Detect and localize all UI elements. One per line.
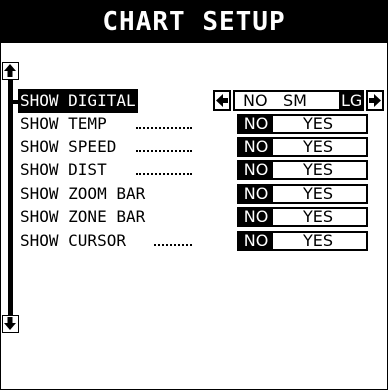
settings-row[interactable]: SHOW SPEED NO YES xyxy=(18,135,386,159)
toggle-option-no[interactable]: NO xyxy=(239,186,273,202)
selection-indicator xyxy=(10,100,18,104)
arrow-right-icon[interactable] xyxy=(366,90,384,111)
dotted-leader xyxy=(136,173,192,175)
row-label: SHOW ZONE BAR xyxy=(20,207,146,226)
settings-row[interactable]: SHOW ZOOM BAR NO YES xyxy=(18,182,386,206)
arrow-left-icon[interactable] xyxy=(213,90,231,111)
settings-row[interactable]: SHOW DIST NO YES xyxy=(18,158,386,182)
settings-row[interactable]: SHOW CURSOR NO YES xyxy=(18,229,386,253)
toggle-option-no[interactable]: NO xyxy=(239,116,273,132)
scroll-track[interactable] xyxy=(8,80,13,315)
toggle-option-no[interactable]: NO xyxy=(239,139,273,155)
no-yes-toggle[interactable]: NO YES xyxy=(237,231,368,251)
toggle-option-yes[interactable]: YES xyxy=(283,162,353,178)
row-label: SHOW DIGITAL xyxy=(18,89,138,113)
toggle-option-yes[interactable]: YES xyxy=(283,209,353,225)
size-options: NO SM LG xyxy=(233,90,365,111)
toggle-option-yes[interactable]: YES xyxy=(283,233,353,249)
dotted-leader xyxy=(136,150,192,152)
no-yes-toggle[interactable]: NO YES xyxy=(237,114,368,134)
toggle-option-no[interactable]: NO xyxy=(239,209,273,225)
toggle-option-no[interactable]: NO xyxy=(239,233,273,249)
size-option-sm[interactable]: SM xyxy=(283,92,307,109)
dotted-leader xyxy=(154,244,192,246)
toggle-option-no[interactable]: NO xyxy=(239,162,273,178)
row-label: SHOW SPEED xyxy=(20,137,117,156)
toggle-option-yes[interactable]: YES xyxy=(283,139,353,155)
scroll-up-arrow-icon[interactable] xyxy=(2,62,19,80)
settings-row[interactable]: SHOW ZONE BAR NO YES xyxy=(18,205,386,229)
settings-row[interactable]: SHOW TEMP NO YES xyxy=(18,112,386,136)
chart-setup-screen: CHART SETUP SHOW DIGITAL NO SM LG SHOW TEMP N… xyxy=(0,0,388,390)
scroll-down-arrow-icon[interactable] xyxy=(2,315,19,333)
settings-row[interactable]: SHOW DIGITAL NO SM LG xyxy=(18,89,386,113)
no-yes-toggle[interactable]: NO YES xyxy=(237,184,368,204)
size-option-lg[interactable]: LG xyxy=(339,92,365,109)
row-label: SHOW TEMP xyxy=(20,114,107,133)
no-yes-toggle[interactable]: NO YES xyxy=(237,160,368,180)
row-label: SHOW CURSOR xyxy=(20,231,126,250)
row-label: SHOW ZOOM BAR xyxy=(20,184,146,203)
size-option-no[interactable]: NO xyxy=(243,92,268,109)
page-title: CHART SETUP xyxy=(0,0,388,43)
size-selector[interactable]: NO SM LG xyxy=(213,90,385,112)
dotted-leader xyxy=(136,127,192,129)
toggle-option-yes[interactable]: YES xyxy=(283,186,353,202)
toggle-option-yes[interactable]: YES xyxy=(283,116,353,132)
no-yes-toggle[interactable]: NO YES xyxy=(237,207,368,227)
no-yes-toggle[interactable]: NO YES xyxy=(237,137,368,157)
row-label: SHOW DIST xyxy=(20,160,107,179)
